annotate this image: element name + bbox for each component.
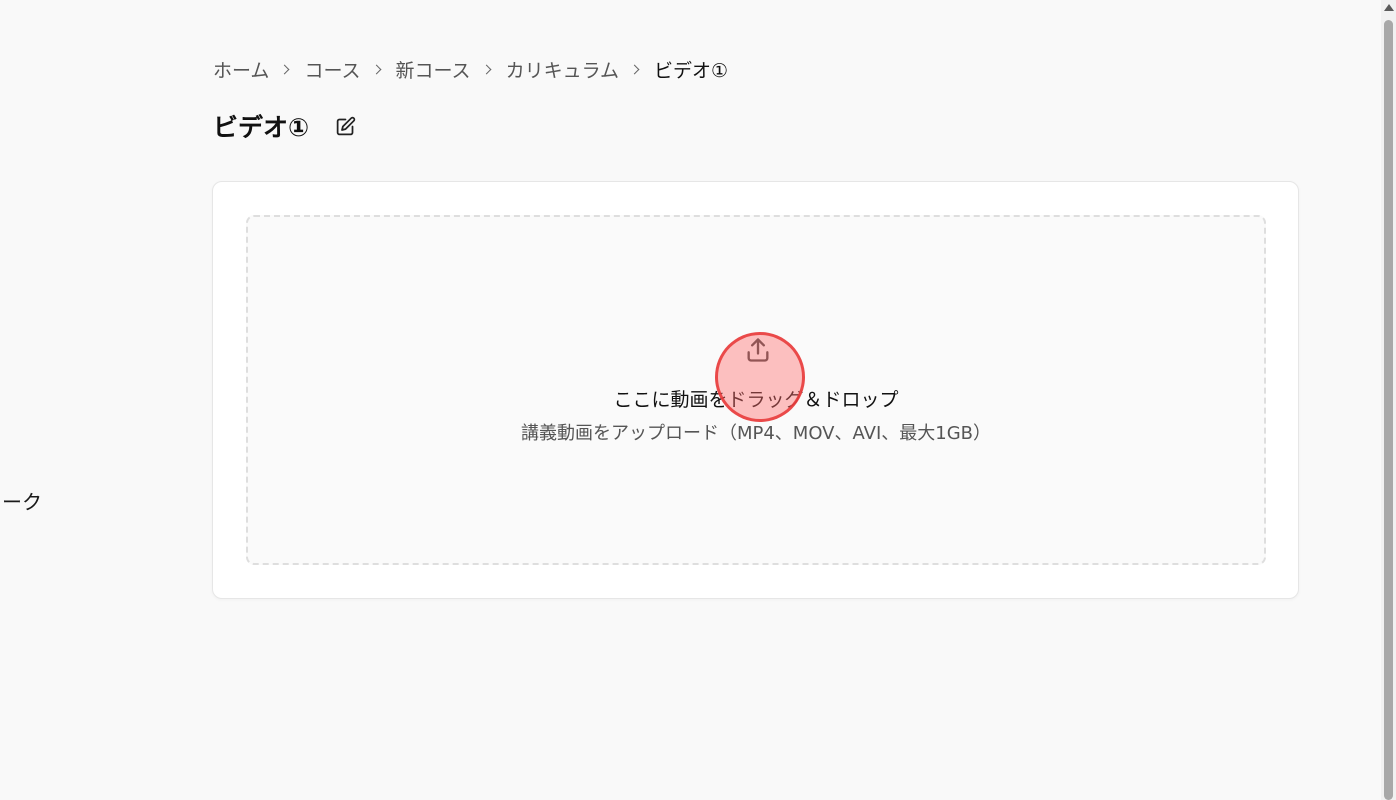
- chevron-right-icon: [281, 65, 290, 74]
- chevron-right-icon: [631, 65, 640, 74]
- breadcrumb: ホーム コース 新コース カリキュラム ビデオ①: [213, 56, 728, 83]
- breadcrumb-new-course[interactable]: 新コース: [396, 56, 471, 83]
- edit-icon: [336, 116, 355, 135]
- page-title: ビデオ①: [213, 113, 310, 142]
- chevron-right-icon: [373, 65, 382, 74]
- upload-icon: [747, 338, 769, 362]
- upload-card: ここに動画をドラッグ＆ドロップ 講義動画をアップロード（MP4、MOV、AVI、…: [212, 181, 1299, 599]
- sidebar-item-3[interactable]: ワーク: [0, 486, 42, 515]
- breadcrumb-current: ビデオ①: [654, 60, 729, 82]
- dropzone-title: ここに動画をドラッグ＆ドロップ: [613, 389, 899, 411]
- vertical-scrollbar[interactable]: [1381, 0, 1396, 800]
- breadcrumb-curriculum[interactable]: カリキュラム: [506, 56, 619, 83]
- chevron-right-icon: [483, 65, 492, 74]
- breadcrumb-home[interactable]: ホーム: [213, 56, 269, 83]
- edit-title-button[interactable]: [333, 114, 357, 138]
- scroll-up-icon[interactable]: [1384, 4, 1394, 11]
- sidebar-item-2[interactable]: ク: [0, 376, 2, 405]
- page-header: ビデオ①: [213, 108, 357, 144]
- scrollbar-thumb[interactable]: [1384, 20, 1393, 800]
- video-dropzone[interactable]: ここに動画をドラッグ＆ドロップ 講義動画をアップロード（MP4、MOV、AVI、…: [246, 215, 1266, 565]
- dropzone-subtitle: 講義動画をアップロード（MP4、MOV、AVI、最大1GB）: [520, 423, 992, 444]
- sidebar-item-1[interactable]: ス: [0, 213, 2, 242]
- breadcrumb-courses[interactable]: コース: [304, 56, 360, 83]
